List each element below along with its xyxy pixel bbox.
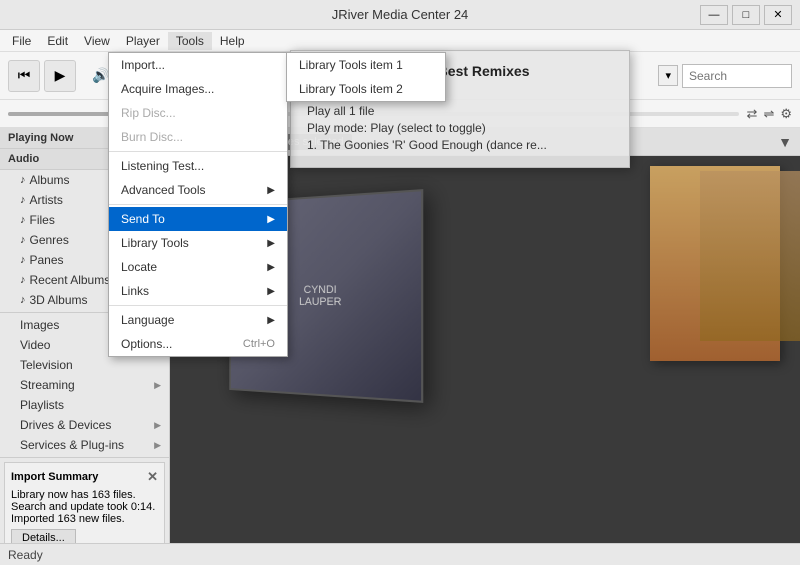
title-bar: JRiver Media Center 24 — □ ✕ [0, 0, 800, 30]
sidebar-label-3d-albums: 3D Albums [30, 293, 88, 307]
menu-listening-test[interactable]: Listening Test... [109, 154, 287, 178]
3d-albums-icon: ♪ [20, 294, 26, 306]
sidebar-label-albums: Albums [30, 173, 70, 187]
sidebar-label-television: Television [20, 358, 73, 372]
sidebar-label-drives-devices: Drives & Devices [20, 418, 111, 432]
menu-rip-disc: Rip Disc... [109, 101, 287, 125]
menu-locate[interactable]: Locate ▶ [109, 255, 287, 279]
search-dropdown[interactable]: ▾ [658, 65, 678, 86]
menu-advanced-tools[interactable]: Advanced Tools ▶ [109, 178, 287, 202]
panes-icon: ♪ [20, 254, 26, 266]
locate-arrow: ▶ [267, 262, 275, 273]
menu-separator-1 [109, 151, 287, 152]
tools-menu: Import... Acquire Images... Rip Disc... … [108, 52, 288, 357]
sidebar-label-panes: Panes [30, 253, 64, 267]
sidebar-separator-2 [0, 457, 169, 458]
menu-help[interactable]: Help [212, 32, 253, 50]
menu-import[interactable]: Import... [109, 53, 287, 77]
content-scroll-arrow[interactable]: ▼ [778, 134, 792, 150]
sidebar-label-services: Services & Plug-ins [20, 438, 124, 452]
import-summary-close[interactable]: ✕ [147, 469, 158, 485]
album-cover-text: CYNDILAUPER [292, 276, 350, 317]
info-play-mode: Play mode: Play (select to toggle) [307, 121, 613, 135]
menu-file[interactable]: File [4, 32, 39, 50]
sidebar-label-images: Images [20, 318, 59, 332]
import-summary-panel: Import Summary ✕ Library now has 163 fil… [4, 462, 165, 554]
sidebar-label-files: Files [30, 213, 55, 227]
recent-albums-icon: ♪ [20, 274, 26, 286]
menu-edit[interactable]: Edit [39, 32, 76, 50]
sidebar-item-services[interactable]: Services & Plug-ins [0, 435, 169, 455]
links-arrow: ▶ [267, 286, 275, 297]
sidebar-item-playlists[interactable]: Playlists [0, 395, 169, 415]
repeat-button[interactable]: ⇄ [747, 106, 758, 122]
artists-icon: ♪ [20, 194, 26, 206]
albums-icon: ♪ [20, 174, 26, 186]
genres-icon: ♪ [20, 234, 26, 246]
import-summary-line2: Search and update took 0:14. [11, 501, 158, 513]
prev-button[interactable]: ⏮ [8, 60, 40, 92]
import-summary-line1: Library now has 163 files. [11, 489, 158, 501]
search-area: ▾ [658, 64, 792, 88]
language-arrow: ▶ [267, 315, 275, 326]
advanced-tools-arrow: ▶ [267, 185, 275, 196]
shuffle-button[interactable]: ⇌ [763, 106, 774, 122]
options-shortcut: Ctrl+O [243, 338, 275, 350]
library-tools-item-1[interactable]: Library Tools item 1 [287, 53, 445, 77]
files-icon: ♪ [20, 214, 26, 226]
play-button[interactable]: ▶ [44, 60, 76, 92]
sidebar-label-video: Video [20, 338, 50, 352]
progress-controls: ⇄ ⇌ ⚙ [747, 106, 792, 122]
menu-separator-3 [109, 305, 287, 306]
menu-acquire-images[interactable]: Acquire Images... [109, 77, 287, 101]
sidebar-item-drives-devices[interactable]: Drives & Devices [0, 415, 169, 435]
menu-player[interactable]: Player [118, 32, 168, 50]
import-summary-header: Import Summary ✕ [11, 469, 158, 485]
library-tools-arrow: ▶ [267, 238, 275, 249]
maximize-button[interactable]: □ [732, 5, 760, 25]
status-text: Ready [8, 548, 43, 562]
menu-library-tools[interactable]: Library Tools ▶ [109, 231, 287, 255]
menu-burn-disc: Burn Disc... [109, 125, 287, 149]
volume-icon: 🔊 [92, 67, 109, 84]
info-play-all: Play all 1 file [307, 104, 613, 118]
import-summary-line3: Imported 163 new files. [11, 513, 158, 525]
menu-view[interactable]: View [76, 32, 118, 50]
menu-bar: File Edit View Player Tools Help [0, 30, 800, 52]
send-to-arrow: ▶ [267, 214, 275, 225]
library-tools-item-2[interactable]: Library Tools item 2 [287, 77, 445, 101]
sidebar-item-streaming[interactable]: Streaming [0, 375, 169, 395]
sidebar-item-television[interactable]: Television [0, 355, 169, 375]
menu-separator-2 [109, 204, 287, 205]
menu-tools[interactable]: Tools [168, 32, 212, 50]
menu-options[interactable]: Options... Ctrl+O [109, 332, 287, 356]
info-track-1: 1. The Goonies 'R' Good Enough (dance re… [307, 138, 613, 152]
sidebar-label-streaming: Streaming [20, 378, 75, 392]
title-text: JRiver Media Center 24 [332, 7, 469, 22]
import-summary-title: Import Summary [11, 471, 98, 483]
window-controls: — □ ✕ [700, 5, 792, 25]
sidebar-label-recent-albums: Recent Albums [30, 273, 111, 287]
menu-language[interactable]: Language ▶ [109, 308, 287, 332]
album-cover-far-right [700, 171, 800, 341]
search-input[interactable] [682, 64, 792, 88]
sidebar-label-artists: Artists [30, 193, 63, 207]
menu-send-to[interactable]: Send To ▶ [109, 207, 287, 231]
status-bar: Ready [0, 543, 800, 565]
settings-button[interactable]: ⚙ [780, 106, 792, 122]
close-button[interactable]: ✕ [764, 5, 792, 25]
transport-controls: ⏮ ▶ [8, 60, 76, 92]
sidebar-label-playlists: Playlists [20, 398, 64, 412]
menu-links[interactable]: Links ▶ [109, 279, 287, 303]
sidebar-label-genres: Genres [30, 233, 69, 247]
library-tools-submenu: Library Tools item 1 Library Tools item … [286, 52, 446, 102]
minimize-button[interactable]: — [700, 5, 728, 25]
